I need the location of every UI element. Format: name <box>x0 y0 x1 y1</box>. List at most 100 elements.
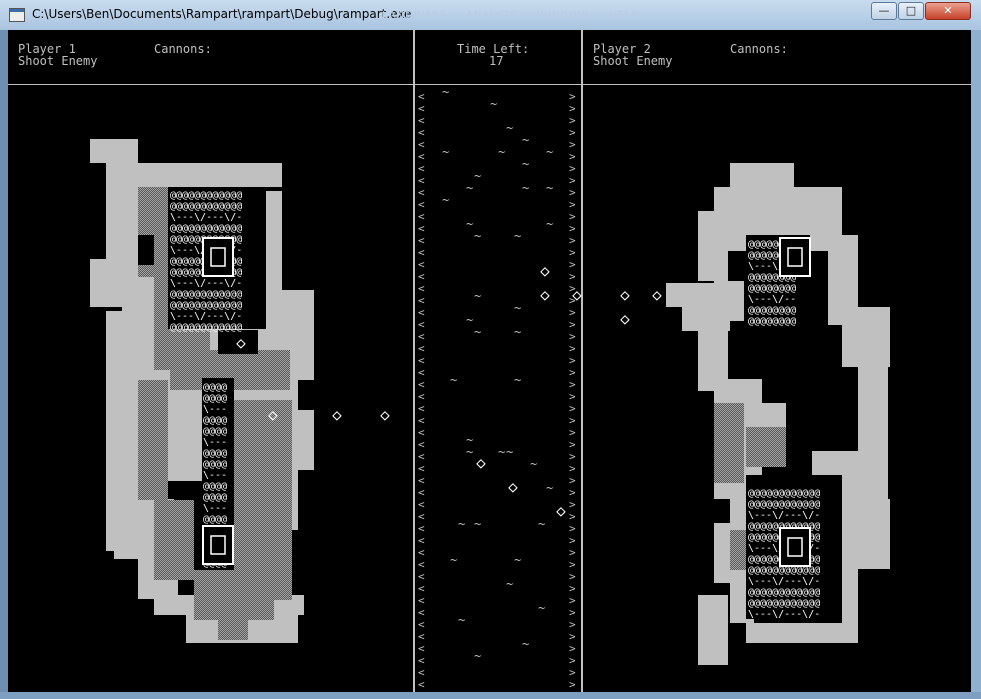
castle-ground-row: @@@@@@@@ <box>748 283 796 294</box>
wave-icon: ~ <box>458 517 465 531</box>
island-wall <box>90 139 138 163</box>
cannonball-icon: ◇ <box>380 405 390 424</box>
wave-icon: ~ <box>466 445 473 459</box>
cannonball-icon: ◇ <box>652 285 662 304</box>
wave-icon: ~ <box>530 457 537 471</box>
console-screen[interactable]: Player 1 Cannons: Shoot Enemy Time Left:… <box>8 30 971 692</box>
castle-ground-row: @@@@ <box>203 426 227 437</box>
territory-area <box>138 380 168 500</box>
wave-icon: ~ <box>474 169 481 183</box>
cannonball-icon: ◇ <box>236 333 246 352</box>
background-menu-item: LANDWARS <box>382 10 448 21</box>
wave-icon: ~ <box>514 325 521 339</box>
cannonball-icon: ◇ <box>332 405 342 424</box>
title-bar[interactable]: C:\Users\Ben\Documents\Rampart\rampart\D… <box>0 0 981 30</box>
castle-ground-row: @@@@@@@@@@@@ <box>170 223 242 234</box>
wave-icon: ~ <box>474 325 481 339</box>
minimize-button[interactable]: — <box>871 2 897 20</box>
castle-ground-row: @@@@@@@@@@@@ <box>170 300 242 311</box>
island-wall <box>858 367 888 427</box>
castle-keep-icon <box>779 527 811 567</box>
castle-ground-row: \---\/---\/- <box>748 510 820 521</box>
castle-ground-row: \--- <box>203 503 227 514</box>
castle-keep-icon <box>202 237 234 277</box>
wave-icon: ~ <box>506 577 513 591</box>
island-wall <box>106 311 140 351</box>
minimize-icon: — <box>878 4 890 17</box>
wave-icon: ~ <box>546 217 553 231</box>
wave-icon: ~ <box>474 649 481 663</box>
castle-ground-row: @@@@@@@@@@@@ <box>170 289 242 300</box>
wave-icon: ~ <box>474 289 481 303</box>
cannonball-icon: ◇ <box>620 285 630 304</box>
shore-marker: > <box>569 678 576 691</box>
castle-ground-row: \---\/---\/- <box>748 609 820 620</box>
castle-ground-row: @@@@@@@@@@@@ <box>748 488 820 499</box>
background-menu-item: ANALYZE <box>466 10 518 21</box>
wave-icon: ~ <box>466 181 473 195</box>
wave-icon: ~ <box>450 553 457 567</box>
island-wall <box>666 283 714 307</box>
cannonball-icon: ◇ <box>476 453 486 472</box>
interior-pocket <box>138 235 154 265</box>
console-app-icon[interactable] <box>9 8 25 22</box>
wave-icon: ~ <box>498 145 505 159</box>
wave-icon: ~ <box>466 217 473 231</box>
castle-ground-row: @@@@ <box>203 459 227 470</box>
background-menu-item: HELP <box>609 10 639 21</box>
castle-ground-row: @@@@@@@@@@@@ <box>748 598 820 609</box>
island-wall <box>714 187 842 211</box>
wave-icon: ~ <box>506 445 513 459</box>
castle-ground-row: @@@@@@@@@@@@ <box>748 499 820 510</box>
castle-ground-row: @@@@ <box>203 514 227 525</box>
cannonball-icon: ◇ <box>540 261 550 280</box>
castle-ground-row: @@@@ <box>203 448 227 459</box>
wave-icon: ~ <box>506 121 513 135</box>
cannonball-icon: ◇ <box>508 477 518 496</box>
window-title: C:\Users\Ben\Documents\Rampart\rampart\D… <box>32 7 412 21</box>
castle-ground-row: @@@@@@@@@@@@ <box>170 190 242 201</box>
castle-ground-row: \---\/---\/- <box>748 576 820 587</box>
maximize-button[interactable]: □ <box>898 2 924 20</box>
wave-icon: ~ <box>474 229 481 243</box>
wave-icon: ~ <box>514 553 521 567</box>
castle-ground-row: \--- <box>203 437 227 448</box>
castle-ground-row: @@@@@@@@@@@@ <box>748 587 820 598</box>
castle-ground-row: @@@@@@@@ <box>748 316 796 327</box>
cannonball-icon: ◇ <box>556 501 566 520</box>
wave-icon: ~ <box>538 601 545 615</box>
castle-keep-icon <box>202 525 234 565</box>
game-board[interactable]: @@@@@@@@@@@@@@@@@@@@@@@@\---\/---\/-@@@@… <box>8 30 971 692</box>
castle-ground-row: @@@@@@@@ <box>748 305 796 316</box>
castle-ground-row: @@@@ <box>203 481 227 492</box>
close-button[interactable]: ✕ <box>925 2 971 20</box>
wave-icon: ~ <box>546 481 553 495</box>
castle-ground-row: @@@@@@@@@@@@ <box>170 322 242 333</box>
wave-icon: ~ <box>474 517 481 531</box>
wave-icon: ~ <box>522 133 529 147</box>
castle-ground-row: @@@@ <box>203 382 227 393</box>
territory-area <box>714 403 744 483</box>
cannonball-icon: ◇ <box>620 309 630 328</box>
castle-ground-row: @@@@ <box>203 393 227 404</box>
castle-ground-row: @@@@ <box>203 415 227 426</box>
wave-icon: ~ <box>490 97 497 111</box>
wave-icon: ~ <box>522 637 529 651</box>
window-bottom-frame <box>0 692 981 699</box>
island-wall <box>746 623 858 643</box>
island-wall <box>842 567 858 643</box>
castle-ground-row: \--- <box>203 470 227 481</box>
background-window-edge <box>971 30 981 692</box>
shore-marker: < <box>418 678 425 691</box>
island-wall <box>730 163 794 187</box>
territory-area <box>194 570 274 620</box>
wave-icon: ~ <box>466 313 473 327</box>
maximize-icon: □ <box>905 4 917 17</box>
castle-ground-row: @@@@@@@@@@@@ <box>170 201 242 212</box>
wave-icon: ~ <box>442 145 449 159</box>
wave-icon: ~ <box>458 613 465 627</box>
castle-ground-row: \--- <box>203 404 227 415</box>
castle-ground-row: \---\/---\/- <box>170 212 242 223</box>
close-icon: ✕ <box>943 4 953 17</box>
wave-icon: ~ <box>514 229 521 243</box>
